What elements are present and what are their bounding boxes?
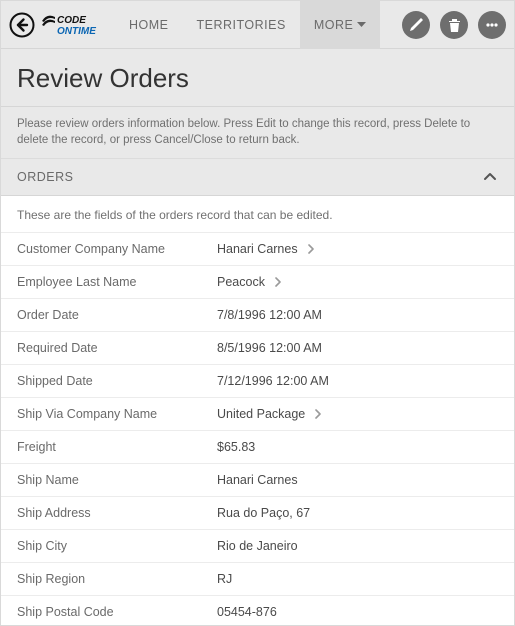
field-value-text: United Package bbox=[217, 407, 305, 421]
trash-icon bbox=[448, 18, 461, 32]
field-row: Ship CityRio de Janeiro bbox=[1, 530, 514, 563]
field-row: Ship NameHanari Carnes bbox=[1, 464, 514, 497]
field-label: Ship Via Company Name bbox=[17, 407, 217, 421]
app-logo: CODE ONTIME bbox=[41, 10, 103, 40]
field-value-text: Rua do Paço, 67 bbox=[217, 506, 310, 520]
field-label: Ship City bbox=[17, 539, 217, 553]
field-row[interactable]: Ship Via Company NameUnited Package bbox=[1, 398, 514, 431]
fields-list: Customer Company NameHanari CarnesEmploy… bbox=[1, 233, 514, 626]
field-label: Required Date bbox=[17, 341, 217, 355]
field-row: Ship AddressRua do Paço, 67 bbox=[1, 497, 514, 530]
back-button[interactable] bbox=[5, 8, 39, 42]
code-ontime-logo-icon: CODE ONTIME bbox=[41, 11, 103, 39]
field-value: Hanari Carnes bbox=[217, 473, 298, 487]
field-value: Rio de Janeiro bbox=[217, 539, 298, 553]
field-value-text: RJ bbox=[217, 572, 232, 586]
section-header-orders[interactable]: ORDERS bbox=[1, 159, 514, 196]
chevron-right-icon bbox=[273, 277, 283, 287]
field-value: RJ bbox=[217, 572, 232, 586]
field-label: Employee Last Name bbox=[17, 275, 217, 289]
field-value: 8/5/1996 12:00 AM bbox=[217, 341, 322, 355]
field-value: 7/12/1996 12:00 AM bbox=[217, 374, 329, 388]
field-row: Order Date7/8/1996 12:00 AM bbox=[1, 299, 514, 332]
page-header: Review Orders bbox=[1, 49, 514, 107]
pencil-icon bbox=[409, 18, 423, 32]
field-label: Ship Postal Code bbox=[17, 605, 217, 619]
field-row: Shipped Date7/12/1996 12:00 AM bbox=[1, 365, 514, 398]
field-label: Ship Address bbox=[17, 506, 217, 520]
page-title: Review Orders bbox=[17, 63, 498, 94]
nav-item-label: TERRITORIES bbox=[197, 18, 286, 32]
delete-button[interactable] bbox=[440, 11, 468, 39]
page-info: Please review orders information below. … bbox=[1, 107, 514, 159]
chevron-right-icon bbox=[313, 409, 323, 419]
chevron-up-icon bbox=[482, 169, 498, 185]
field-value: $65.83 bbox=[217, 440, 255, 454]
field-row: Ship RegionRJ bbox=[1, 563, 514, 596]
caret-down-icon bbox=[357, 20, 366, 29]
dots-icon bbox=[485, 18, 499, 32]
field-value: 7/8/1996 12:00 AM bbox=[217, 308, 322, 322]
field-label: Shipped Date bbox=[17, 374, 217, 388]
nav-item-label: MORE bbox=[314, 18, 354, 32]
field-value: 05454-876 bbox=[217, 605, 277, 619]
field-value-text: Rio de Janeiro bbox=[217, 539, 298, 553]
section-title: ORDERS bbox=[17, 170, 73, 184]
field-value[interactable]: Peacock bbox=[217, 275, 283, 289]
field-value-text: Peacock bbox=[217, 275, 265, 289]
svg-text:CODE: CODE bbox=[57, 15, 86, 26]
field-row[interactable]: Employee Last NamePeacock bbox=[1, 266, 514, 299]
back-arrow-icon bbox=[9, 12, 35, 38]
field-label: Customer Company Name bbox=[17, 242, 217, 256]
section-description: These are the fields of the orders recor… bbox=[1, 196, 514, 233]
nav-item-more[interactable]: MORE bbox=[300, 1, 381, 49]
edit-button[interactable] bbox=[402, 11, 430, 39]
field-label: Order Date bbox=[17, 308, 217, 322]
top-bar: CODE ONTIME HOME TERRITORIES MORE bbox=[1, 1, 514, 49]
field-value-text: 7/12/1996 12:00 AM bbox=[217, 374, 329, 388]
field-value[interactable]: United Package bbox=[217, 407, 323, 421]
field-label: Ship Region bbox=[17, 572, 217, 586]
field-value-text: 05454-876 bbox=[217, 605, 277, 619]
svg-text:ONTIME: ONTIME bbox=[57, 26, 96, 37]
field-label: Freight bbox=[17, 440, 217, 454]
nav-item-home[interactable]: HOME bbox=[115, 1, 183, 49]
field-value[interactable]: Hanari Carnes bbox=[217, 242, 316, 256]
nav-items: HOME TERRITORIES MORE bbox=[115, 1, 380, 49]
field-value: Rua do Paço, 67 bbox=[217, 506, 310, 520]
field-value-text: $65.83 bbox=[217, 440, 255, 454]
field-label: Ship Name bbox=[17, 473, 217, 487]
field-value-text: Hanari Carnes bbox=[217, 473, 298, 487]
field-value-text: Hanari Carnes bbox=[217, 242, 298, 256]
chevron-right-icon bbox=[306, 244, 316, 254]
nav-item-territories[interactable]: TERRITORIES bbox=[183, 1, 300, 49]
nav-item-label: HOME bbox=[129, 18, 169, 32]
more-actions-button[interactable] bbox=[478, 11, 506, 39]
field-row: Ship Postal Code05454-876 bbox=[1, 596, 514, 626]
field-value-text: 7/8/1996 12:00 AM bbox=[217, 308, 322, 322]
field-row: Freight$65.83 bbox=[1, 431, 514, 464]
field-row[interactable]: Customer Company NameHanari Carnes bbox=[1, 233, 514, 266]
field-row: Required Date8/5/1996 12:00 AM bbox=[1, 332, 514, 365]
field-value-text: 8/5/1996 12:00 AM bbox=[217, 341, 322, 355]
